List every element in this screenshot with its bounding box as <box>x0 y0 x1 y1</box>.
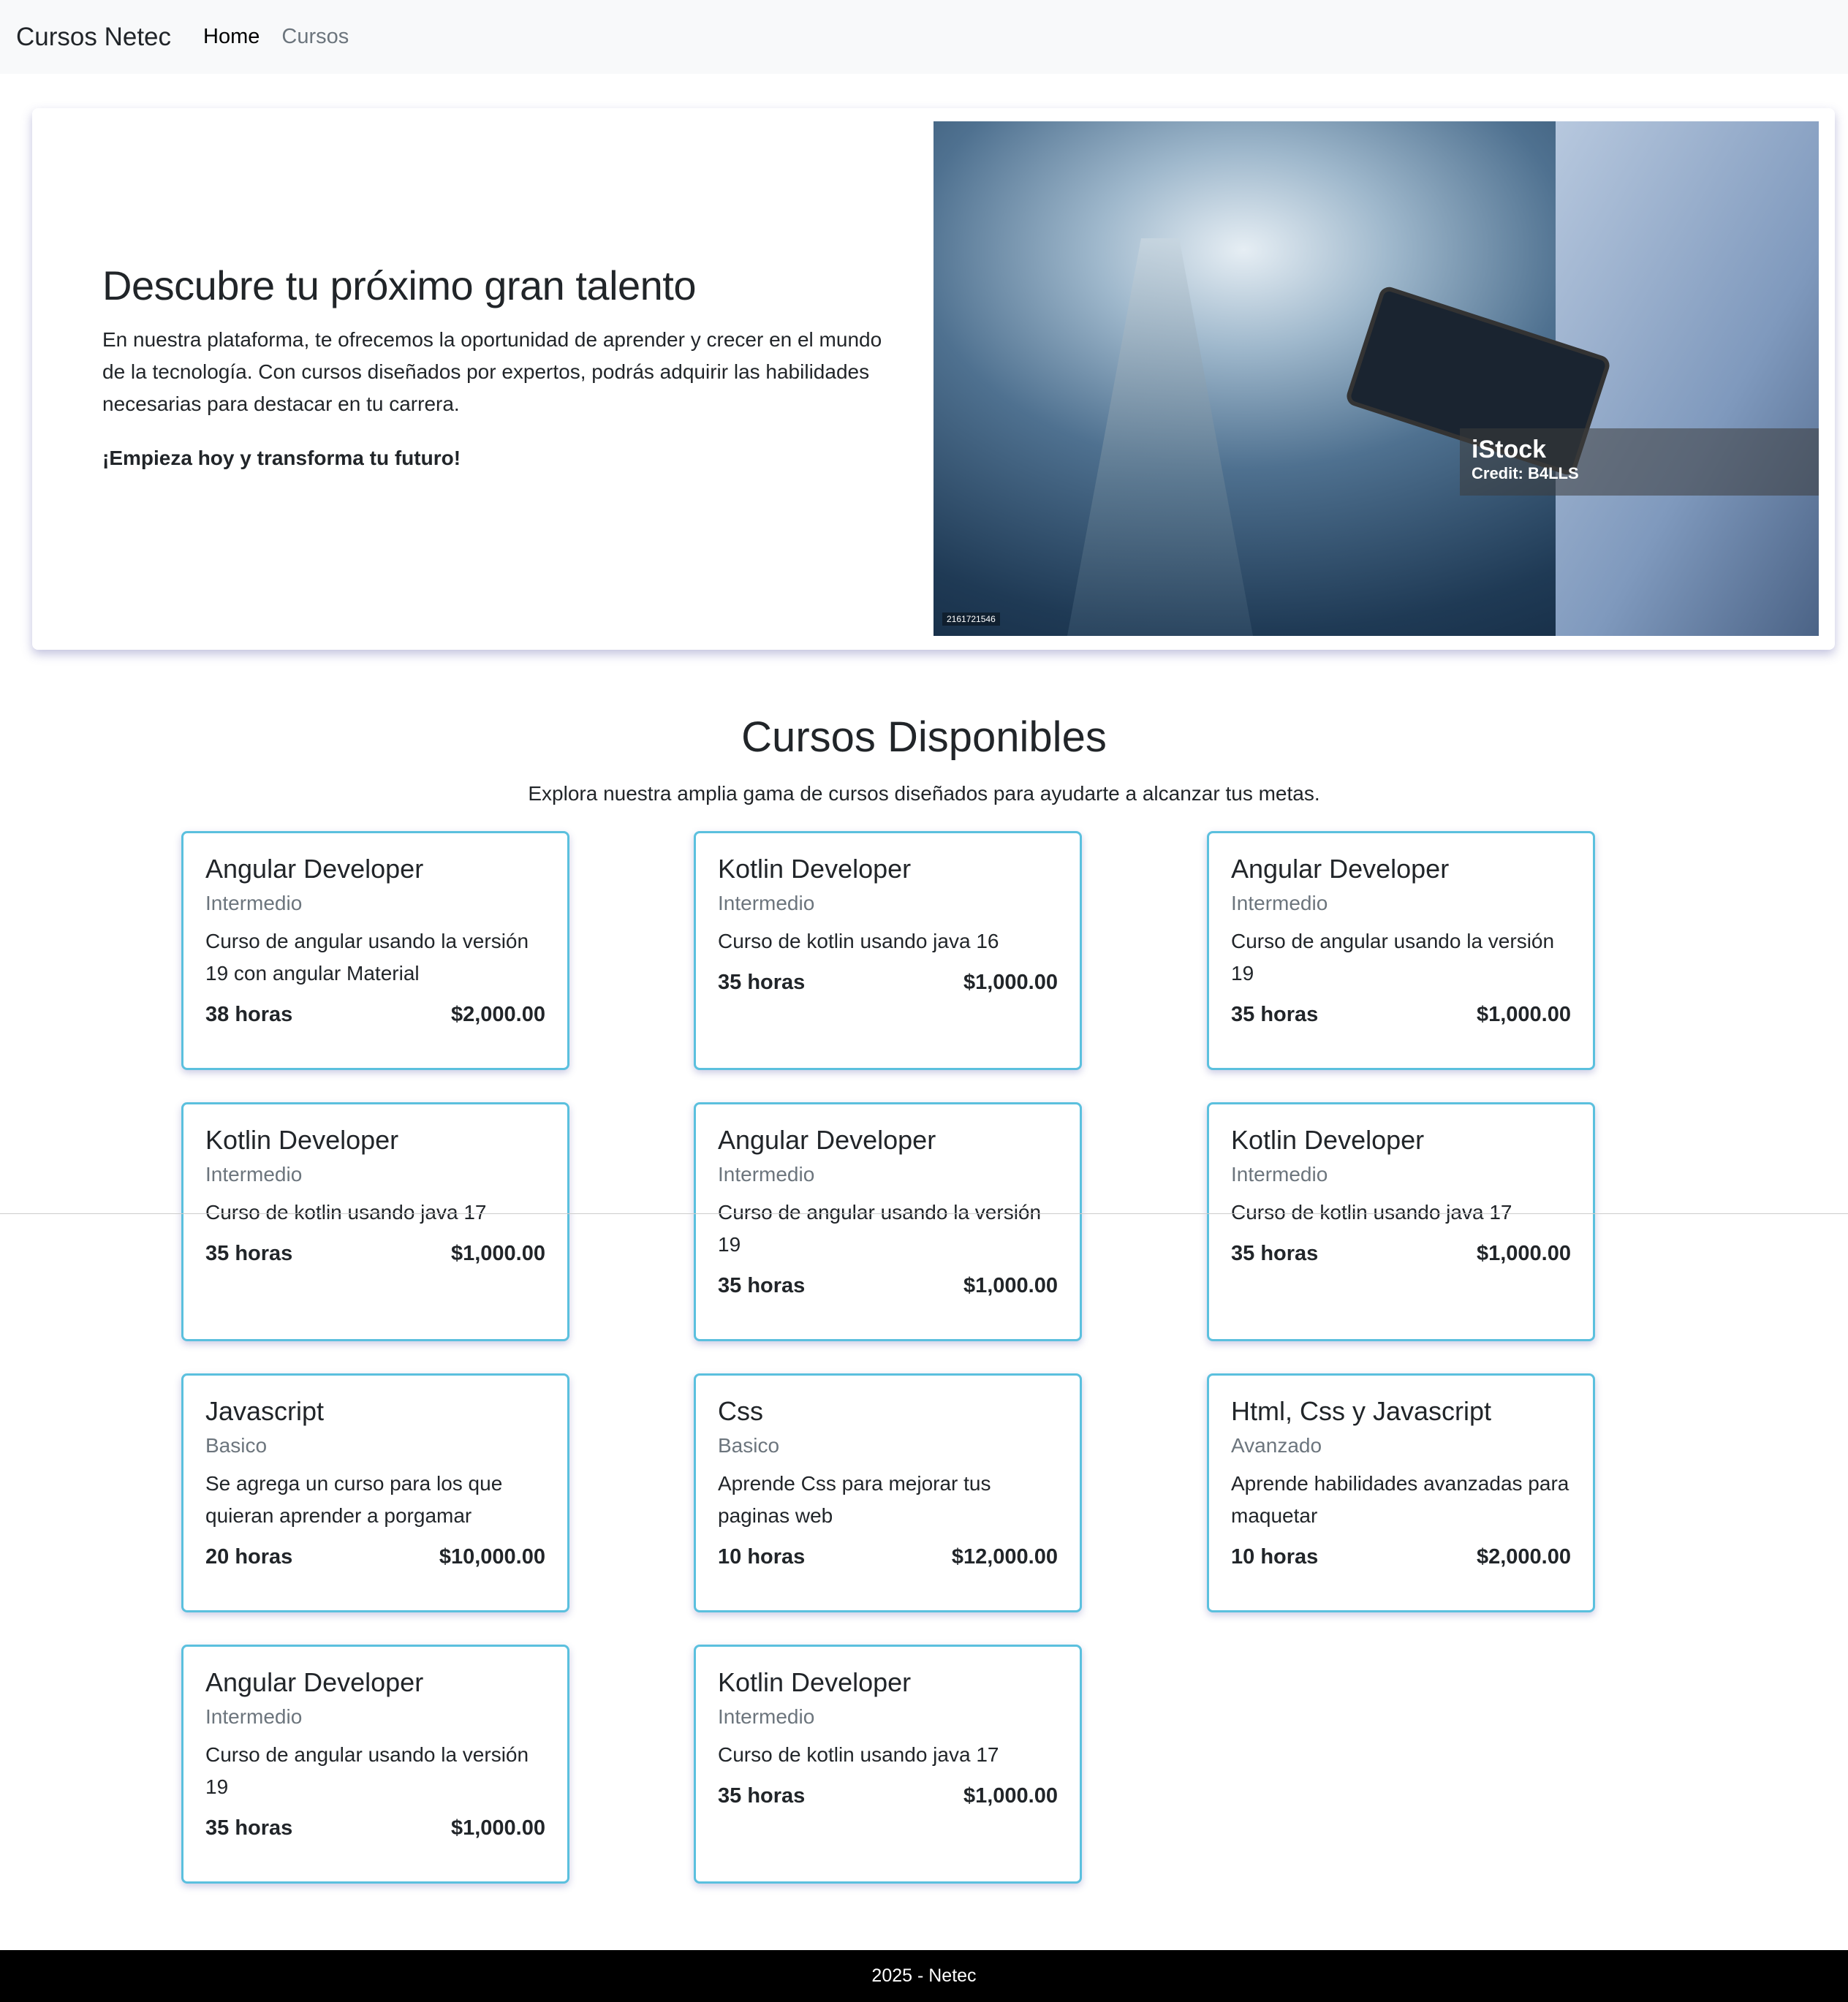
course-card[interactable]: Css Basico Aprende Css para mejorar tus … <box>694 1373 1082 1612</box>
istock-watermark: iStock Credit: B4LLS <box>1460 428 1819 496</box>
course-hours: 35 horas <box>1231 1003 1319 1026</box>
courses-title: Cursos Disponibles <box>741 713 1107 761</box>
hero-title: Descubre tu próximo gran talento <box>102 262 697 308</box>
course-price: $12,000.00 <box>951 1545 1058 1569</box>
course-price: $1,000.00 <box>963 1274 1058 1297</box>
course-price: $1,000.00 <box>1476 1242 1571 1265</box>
course-title: Kotlin Developer <box>718 1667 912 1697</box>
course-price: $1,000.00 <box>1476 1003 1571 1026</box>
course-hours: 35 horas <box>205 1816 293 1840</box>
course-card[interactable]: Angular Developer Intermedio Curso de an… <box>694 1102 1082 1341</box>
course-hours: 38 horas <box>205 1003 293 1026</box>
course-title: Angular Developer <box>205 854 424 884</box>
course-level: Intermedio <box>205 1705 303 1728</box>
course-description: Aprende habilidades avanzadas para maque… <box>1231 1472 1569 1527</box>
course-title: Kotlin Developer <box>1231 1125 1425 1155</box>
course-level: Intermedio <box>205 892 303 914</box>
course-level: Intermedio <box>718 1705 815 1728</box>
course-footer: 35 horas $1,000.00 <box>205 1816 545 1840</box>
course-card[interactable]: Kotlin Developer Intermedio Curso de kot… <box>694 831 1082 1070</box>
course-card[interactable]: Javascript Basico Se agrega un curso par… <box>181 1373 569 1612</box>
course-card[interactable]: Angular Developer Intermedio Curso de an… <box>181 831 569 1070</box>
nav-link-home[interactable]: Home <box>203 25 260 49</box>
course-title: Kotlin Developer <box>205 1125 399 1155</box>
course-card[interactable]: Html, Css y Javascript Avanzado Aprende … <box>1207 1373 1595 1612</box>
course-title: Angular Developer <box>1231 854 1450 884</box>
course-level: Basico <box>718 1434 780 1457</box>
navbar-brand[interactable]: Cursos Netec <box>16 23 171 52</box>
course-hours: 35 horas <box>718 1274 806 1297</box>
course-level: Basico <box>205 1434 268 1457</box>
course-description: Aprende Css para mejorar tus paginas web <box>718 1472 991 1527</box>
course-price: $1,000.00 <box>963 1784 1058 1808</box>
course-description: Curso de angular usando la versión 19 <box>718 1201 1042 1256</box>
course-footer: 20 horas $10,000.00 <box>205 1545 545 1569</box>
course-price: $10,000.00 <box>439 1545 545 1569</box>
course-hours: 10 horas <box>1231 1545 1319 1569</box>
course-title: Css <box>718 1396 763 1426</box>
course-description: Curso de angular usando la versión 19 co… <box>205 930 529 985</box>
course-level: Avanzado <box>1231 1434 1322 1457</box>
course-card[interactable]: Angular Developer Intermedio Curso de an… <box>181 1645 569 1884</box>
footer-text: 2025 - Netec <box>871 1965 977 1986</box>
divider-line <box>0 1213 1848 1214</box>
course-card[interactable]: Angular Developer Intermedio Curso de an… <box>1207 831 1595 1070</box>
course-hours: 35 horas <box>1231 1242 1319 1265</box>
hero-card: Descubre tu próximo gran talento En nues… <box>32 108 1835 650</box>
nav-link-cursos[interactable]: Cursos <box>281 25 349 49</box>
hero-paragraph: En nuestra plataforma, te ofrecemos la o… <box>102 328 882 415</box>
course-footer: 10 horas $2,000.00 <box>1231 1545 1571 1569</box>
course-card[interactable]: Kotlin Developer Intermedio Curso de kot… <box>694 1645 1082 1884</box>
course-footer: 35 horas $1,000.00 <box>1231 1003 1571 1027</box>
course-description: Curso de kotlin usando java 17 <box>1231 1201 1512 1224</box>
course-card[interactable]: Kotlin Developer Intermedio Curso de kot… <box>181 1102 569 1341</box>
course-footer: 35 horas $1,000.00 <box>718 1784 1058 1808</box>
course-description: Curso de kotlin usando java 16 <box>718 930 999 952</box>
course-title: Kotlin Developer <box>718 854 912 884</box>
course-price: $2,000.00 <box>450 1003 545 1026</box>
hero-text: Descubre tu próximo gran talento En nues… <box>102 262 906 474</box>
factory-aisle <box>1065 238 1255 636</box>
course-footer: 10 horas $12,000.00 <box>718 1545 1058 1569</box>
footer: 2025 - Netec <box>0 1950 1848 2002</box>
course-hours: 10 horas <box>718 1545 806 1569</box>
course-description: Curso de angular usando la versión 19 <box>1231 930 1555 985</box>
course-description: Curso de kotlin usando java 17 <box>718 1743 999 1766</box>
watermark-logo: iStock <box>1472 436 1547 463</box>
course-footer: 35 horas $1,000.00 <box>205 1242 545 1266</box>
course-title: Angular Developer <box>718 1125 936 1155</box>
image-id: 2161721546 <box>942 613 1000 626</box>
course-hours: 35 horas <box>205 1242 293 1265</box>
hero-cta: ¡Empieza hoy y transforma tu futuro! <box>102 447 461 469</box>
course-price: $1,000.00 <box>963 971 1058 994</box>
course-footer: 35 horas $1,000.00 <box>1231 1242 1571 1266</box>
course-hours: 20 horas <box>205 1545 293 1569</box>
course-description: Se agrega un curso para los que quieran … <box>205 1472 503 1527</box>
course-description: Curso de angular usando la versión 19 <box>205 1743 529 1798</box>
navbar: Cursos Netec Home Cursos <box>0 0 1848 74</box>
course-level: Intermedio <box>1231 892 1328 914</box>
course-footer: 35 horas $1,000.00 <box>718 971 1058 995</box>
course-level: Intermedio <box>205 1163 303 1186</box>
course-level: Intermedio <box>1231 1163 1328 1186</box>
course-price: $2,000.00 <box>1476 1545 1571 1569</box>
course-title: Javascript <box>205 1396 325 1426</box>
course-level: Intermedio <box>718 1163 815 1186</box>
hero-image: iStock Credit: B4LLS 2161721546 <box>934 121 1819 636</box>
course-description: Curso de kotlin usando java 17 <box>205 1201 487 1224</box>
course-title: Html, Css y Javascript <box>1231 1396 1492 1426</box>
course-hours: 35 horas <box>718 971 806 994</box>
course-footer: 35 horas $1,000.00 <box>718 1274 1058 1298</box>
course-footer: 38 horas $2,000.00 <box>205 1003 545 1027</box>
course-price: $1,000.00 <box>450 1816 545 1840</box>
courses-subtitle: Explora nuestra amplia gama de cursos di… <box>528 782 1320 805</box>
course-title: Angular Developer <box>205 1667 424 1697</box>
course-price: $1,000.00 <box>450 1242 545 1265</box>
course-hours: 35 horas <box>718 1784 806 1808</box>
course-level: Intermedio <box>718 892 815 914</box>
course-card[interactable]: Kotlin Developer Intermedio Curso de kot… <box>1207 1102 1595 1341</box>
watermark-credit: Credit: B4LLS <box>1472 464 1579 482</box>
